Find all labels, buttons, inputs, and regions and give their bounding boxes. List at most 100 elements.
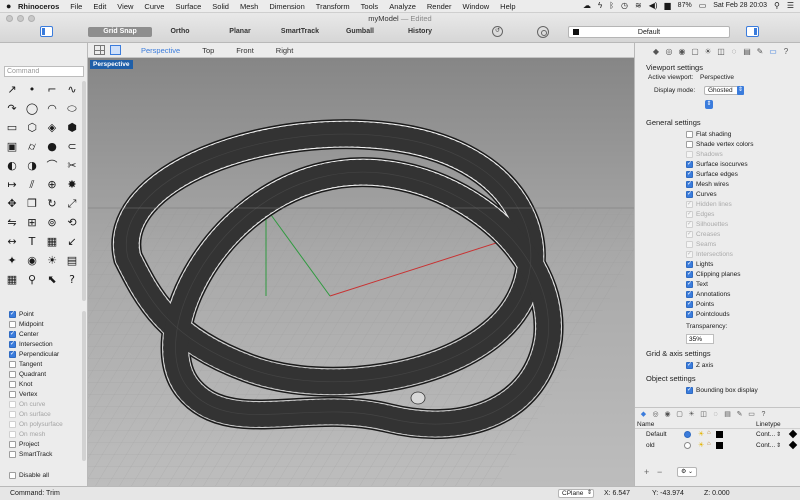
tool-join-icon[interactable]: ⊕ <box>44 176 60 192</box>
setting-mesh-wires-checkbox[interactable]: Mesh wires <box>686 179 796 189</box>
checkbox[interactable] <box>9 380 16 388</box>
camera-panel-icon[interactable]: ◫ <box>716 47 726 57</box>
layer-visible-icon[interactable]: ☀ <box>698 441 704 449</box>
tool-leader-icon[interactable]: ↙ <box>64 233 80 249</box>
layer-visible-icon[interactable]: ☀ <box>698 430 704 438</box>
checkbox[interactable] <box>9 450 16 458</box>
menu-solid[interactable]: Solid <box>212 2 229 11</box>
document-panel-icon[interactable]: ▢ <box>690 47 700 57</box>
environment-panel-icon[interactable]: ◌ <box>729 47 739 57</box>
tool-rotate-icon[interactable]: ↻ <box>44 195 60 211</box>
layers-col-name[interactable]: Name <box>637 421 654 428</box>
tool-camera-icon[interactable]: ◉ <box>24 252 40 268</box>
render-tab-icon[interactable]: ◉ <box>663 410 672 419</box>
remove-layer-button[interactable]: − <box>657 467 662 477</box>
setting-surface-isocurves-checkbox[interactable]: Surface isocurves <box>686 159 796 169</box>
checkbox[interactable] <box>686 270 693 278</box>
osnap-knot-checkbox[interactable]: Knot <box>9 379 81 389</box>
apple-icon[interactable]: ● <box>6 1 18 11</box>
layer-lock-icon[interactable]: ⌂ <box>707 430 711 436</box>
tool-trim-icon[interactable]: ✂ <box>64 157 80 173</box>
layer-linetype[interactable]: Cont... <box>756 442 781 449</box>
document-tab-icon[interactable]: ▢ <box>675 410 684 419</box>
record-history-icon[interactable]: ↺ <box>492 26 503 37</box>
display-mode-options-button[interactable]: ⇕ <box>705 100 713 109</box>
checkbox[interactable] <box>9 390 16 398</box>
layer-print-color[interactable] <box>788 440 798 450</box>
tab-perspective[interactable]: Perspective <box>141 46 180 55</box>
tool-boolean-a-icon[interactable]: ◐ <box>4 157 20 173</box>
osnap-quadrant-checkbox[interactable]: Quadrant <box>9 369 81 379</box>
tab-right[interactable]: Right <box>276 46 294 55</box>
tool-grid-icon[interactable]: ▦ <box>4 271 20 287</box>
tool-point-icon[interactable]: • <box>24 81 40 97</box>
menu-surface[interactable]: Surface <box>175 2 201 11</box>
checkbox[interactable] <box>9 320 16 328</box>
tool-rebuild-icon[interactable]: ⟲ <box>64 214 80 230</box>
display-mode-dropdown[interactable]: Ghosted <box>704 86 744 95</box>
render-panel-icon[interactable]: ◉ <box>677 47 687 57</box>
tool-polygon-icon[interactable]: ⬡ <box>24 119 40 135</box>
osnap-scrollbar[interactable] <box>82 311 86 461</box>
bounding-box-checkbox[interactable]: Bounding box display <box>686 385 758 395</box>
tool-render-icon[interactable]: ☀ <box>44 252 60 268</box>
osnap-target-icon[interactable] <box>537 26 549 38</box>
osnap-center-checkbox[interactable]: Center <box>9 329 81 339</box>
tool-copy-icon[interactable]: ❐ <box>24 195 40 211</box>
right-panel-toggle-icon[interactable] <box>746 26 759 37</box>
single-viewport-layout-icon[interactable] <box>110 45 121 55</box>
cloud-icon[interactable]: ☁ <box>583 1 591 10</box>
left-panel-toggle-icon[interactable] <box>40 26 53 37</box>
checkbox[interactable] <box>686 260 693 268</box>
materials-tab-icon[interactable]: ◎ <box>651 410 660 419</box>
environment-tab-icon[interactable]: ◌ <box>711 410 720 419</box>
setting-pointclouds-checkbox[interactable]: Pointclouds <box>686 309 796 319</box>
properties-panel-icon[interactable]: ▤ <box>742 47 752 57</box>
checkbox[interactable] <box>686 190 693 198</box>
osnap-project-checkbox[interactable]: Project <box>9 439 81 449</box>
menu-help[interactable]: Help <box>500 2 515 11</box>
current-layer-radio[interactable] <box>684 431 691 438</box>
command-input[interactable] <box>4 66 84 77</box>
planar-button[interactable]: Planar <box>208 27 272 37</box>
osnap-smarttrack-checkbox[interactable]: SmartTrack <box>9 449 81 459</box>
camera-tab-icon[interactable]: ◫ <box>699 410 708 419</box>
help-tab-icon[interactable]: ? <box>759 410 768 419</box>
tool-fillet-icon[interactable]: ⌒ <box>44 157 60 173</box>
gumball-button[interactable]: Gumball <box>328 27 392 37</box>
tool-rectangle-icon[interactable]: ▭ <box>4 119 20 135</box>
battery-percent[interactable]: 87% <box>678 2 692 9</box>
transparency-field[interactable] <box>686 334 714 344</box>
display-tab-icon[interactable]: ▭ <box>747 410 756 419</box>
checkbox[interactable] <box>686 300 693 308</box>
checkbox[interactable] <box>9 370 16 378</box>
four-viewport-layout-icon[interactable] <box>94 45 105 55</box>
tool-split-icon[interactable]: ⫽ <box>24 176 40 192</box>
checkbox[interactable] <box>686 386 693 394</box>
layer-color-swatch[interactable] <box>716 431 723 438</box>
tool-hatch-icon[interactable]: ▦ <box>44 233 60 249</box>
checkbox[interactable] <box>686 160 693 168</box>
tool-mirror-icon[interactable]: ⇋ <box>4 214 20 230</box>
menu-transform[interactable]: Transform <box>316 2 350 11</box>
menu-dimension[interactable]: Dimension <box>269 2 304 11</box>
layers-panel-icon[interactable]: ◆ <box>651 47 661 57</box>
tool-text-icon[interactable]: T <box>24 233 40 249</box>
tool-dimension-icon[interactable]: ↔ <box>4 233 20 249</box>
menu-edit[interactable]: Edit <box>93 2 106 11</box>
tool-analyze-icon[interactable]: ⚲ <box>24 271 40 287</box>
menu-tools[interactable]: Tools <box>361 2 379 11</box>
current-layer-selector[interactable]: Default <box>568 26 730 38</box>
layer-row[interactable]: old ☀ ⌂ Cont... <box>635 440 800 451</box>
osnap-midpoint-checkbox[interactable]: Midpoint <box>9 319 81 329</box>
tab-top[interactable]: Top <box>202 46 214 55</box>
layer-row[interactable]: Default ☀ ⌂ Cont... <box>635 429 800 440</box>
tool-help-icon[interactable]: ? <box>64 271 80 287</box>
checkbox[interactable] <box>686 280 693 288</box>
flag-icon[interactable]: ▆ <box>665 1 671 10</box>
checkbox[interactable] <box>686 310 693 318</box>
display-panel-icon[interactable]: ▭ <box>768 47 778 57</box>
tool-offset-icon[interactable]: ⊚ <box>44 214 60 230</box>
checkbox[interactable] <box>9 350 16 358</box>
layers-tab-icon[interactable]: ◆ <box>639 410 648 419</box>
